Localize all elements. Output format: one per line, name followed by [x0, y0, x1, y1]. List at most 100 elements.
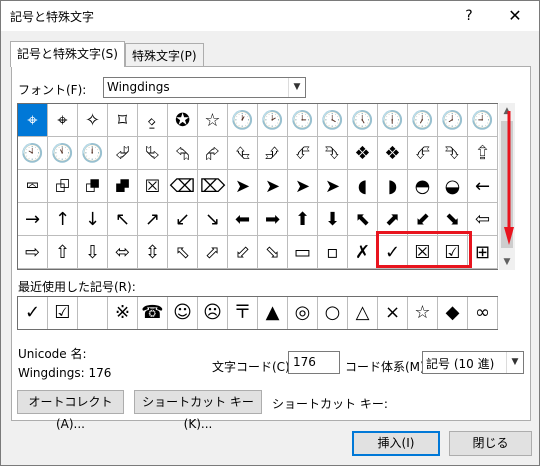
- symbol-cell[interactable]: ❖: [378, 137, 408, 170]
- symbol-cell[interactable]: ✪: [168, 104, 198, 137]
- symbol-cell[interactable]: ⮲: [168, 137, 198, 170]
- symbol-cell[interactable]: ⮺: [48, 170, 78, 203]
- symbol-cell[interactable]: ⇨: [18, 236, 48, 269]
- tab-special-characters[interactable]: 特殊文字(P): [125, 43, 204, 66]
- symbol-cell[interactable]: →: [18, 203, 48, 236]
- symbol-cell[interactable]: ▫: [318, 236, 348, 269]
- symbol-cell[interactable]: ↘: [198, 203, 228, 236]
- symbol-cell[interactable]: ⮳: [198, 137, 228, 170]
- symbol-cell[interactable]: ✗: [348, 236, 378, 269]
- symbol-cell[interactable]: 🕒: [288, 104, 318, 137]
- symbol-cell[interactable]: 🕚: [48, 137, 78, 170]
- symbol-cell[interactable]: ⬆: [288, 203, 318, 236]
- symbol-cell[interactable]: 🕛: [78, 137, 108, 170]
- autocorrect-button[interactable]: オートコレクト(A)...: [17, 390, 124, 431]
- symbol-cell[interactable]: ⮷: [318, 137, 348, 170]
- symbol-cell[interactable]: ⬂: [258, 236, 288, 269]
- symbol-cell[interactable]: ↓: [78, 203, 108, 236]
- symbol-cell[interactable]: ⮹: [18, 170, 48, 203]
- symbol-cell[interactable]: ↖: [108, 203, 138, 236]
- symbol-cell[interactable]: 🕑: [258, 104, 288, 137]
- symbol-cell[interactable]: ⌑: [108, 104, 138, 137]
- symbol-cell[interactable]: ⮰: [108, 137, 138, 170]
- recent-symbol-cell[interactable]: ☆: [408, 297, 438, 329]
- recent-symbol-cell[interactable]: ◆: [438, 297, 468, 329]
- chevron-down-icon[interactable]: ▼: [506, 352, 523, 373]
- symbol-cell[interactable]: 🕐: [228, 104, 258, 137]
- symbol-cell[interactable]: ⮶: [288, 137, 318, 170]
- recent-symbol-cell[interactable]: ☎: [138, 297, 168, 329]
- symbol-cell[interactable]: ⮽: [138, 170, 168, 203]
- recent-symbol-cell[interactable]: ○: [318, 297, 348, 329]
- recent-symbol-cell[interactable]: ※: [108, 297, 138, 329]
- symbol-cell[interactable]: ⬃: [228, 236, 258, 269]
- symbol-cell[interactable]: ⇳: [138, 236, 168, 269]
- recent-symbol-cell[interactable]: △: [348, 297, 378, 329]
- help-button[interactable]: ?: [446, 1, 492, 31]
- character-code-input[interactable]: 176: [288, 351, 340, 374]
- symbol-cell[interactable]: ➤: [318, 170, 348, 203]
- symbol-cell[interactable]: 🕖: [408, 104, 438, 137]
- symbol-cell[interactable]: ⮵: [258, 137, 288, 170]
- code-system-select[interactable]: 記号 (10 進) ▼: [422, 351, 524, 374]
- symbol-cell[interactable]: ⌫: [168, 170, 198, 203]
- recent-symbol-cell[interactable]: ☑: [48, 297, 78, 329]
- symbol-cell[interactable]: ⬅: [228, 203, 258, 236]
- recent-symbol-cell[interactable]: ☹: [198, 297, 228, 329]
- symbol-cell[interactable]: ↑: [48, 203, 78, 236]
- symbol-cell[interactable]: ☆: [198, 104, 228, 137]
- symbol-cell[interactable]: 🕙: [18, 137, 48, 170]
- symbol-cell[interactable]: 🕓: [318, 104, 348, 137]
- font-select[interactable]: Wingdings ▼: [103, 77, 306, 98]
- recent-symbol-cell[interactable]: ∞: [468, 297, 498, 329]
- symbol-cell[interactable]: ⌦: [198, 170, 228, 203]
- recent-symbol-cell[interactable]: ▲: [258, 297, 288, 329]
- symbol-cell[interactable]: ⮴: [228, 137, 258, 170]
- tab-symbols[interactable]: 記号と特殊文字(S): [10, 41, 125, 67]
- symbol-cell[interactable]: ⇧: [48, 236, 78, 269]
- symbol-cell[interactable]: ↙: [168, 203, 198, 236]
- symbol-cell[interactable]: 🕕: [378, 104, 408, 137]
- symbol-cell[interactable]: ➤: [258, 170, 288, 203]
- symbol-cell[interactable]: ◓: [408, 170, 438, 203]
- symbol-cell[interactable]: ⬇: [318, 203, 348, 236]
- symbol-cell[interactable]: ⇩: [78, 236, 108, 269]
- insert-button[interactable]: 挿入(I): [352, 431, 440, 456]
- symbol-cell[interactable]: ❖: [348, 137, 378, 170]
- symbol-cell[interactable]: ⌖: [18, 104, 48, 137]
- symbol-cell[interactable]: ⌖: [48, 104, 78, 137]
- symbol-cell[interactable]: ⊞: [468, 236, 498, 269]
- recent-symbol-cell[interactable]: ☺: [168, 297, 198, 329]
- symbol-cell[interactable]: 🕔: [348, 104, 378, 137]
- recent-symbol-cell[interactable]: ◎: [288, 297, 318, 329]
- symbol-cell[interactable]: ⮱: [138, 137, 168, 170]
- symbol-cell[interactable]: ◒: [438, 170, 468, 203]
- symbol-cell[interactable]: 🕘: [468, 104, 498, 137]
- symbol-cell[interactable]: ⬀: [198, 236, 228, 269]
- symbol-cell[interactable]: ➡: [258, 203, 288, 236]
- symbol-cell[interactable]: ⍚: [138, 104, 168, 137]
- symbol-cell[interactable]: ◗: [378, 170, 408, 203]
- close-icon[interactable]: ✕: [492, 1, 538, 31]
- recent-symbol-cell[interactable]: ×: [378, 297, 408, 329]
- recent-symbol-cell[interactable]: 〒: [228, 297, 258, 329]
- symbol-cell[interactable]: 🕗: [438, 104, 468, 137]
- symbol-cell[interactable]: ⬉: [348, 203, 378, 236]
- symbol-cell[interactable]: ⬁: [168, 236, 198, 269]
- symbol-cell[interactable]: ➤: [228, 170, 258, 203]
- close-button[interactable]: 閉じる: [449, 431, 532, 456]
- symbol-cell[interactable]: ⮸: [468, 137, 498, 170]
- symbol-cell[interactable]: ⬄: [108, 236, 138, 269]
- symbol-cell[interactable]: ▭: [288, 236, 318, 269]
- shortcut-key-button[interactable]: ショートカット キー(K)...: [134, 390, 262, 431]
- symbol-cell[interactable]: ➤: [288, 170, 318, 203]
- symbol-cell[interactable]: ⮷: [438, 137, 468, 170]
- recent-symbol-cell[interactable]: [78, 297, 108, 329]
- recent-symbol-cell[interactable]: ✓: [18, 297, 48, 329]
- symbol-cell[interactable]: ◖: [348, 170, 378, 203]
- symbol-cell[interactable]: ↗: [138, 203, 168, 236]
- chevron-down-icon[interactable]: ▼: [288, 78, 305, 97]
- scroll-down-icon[interactable]: ▼: [499, 254, 515, 270]
- symbol-cell[interactable]: ⮼: [108, 170, 138, 203]
- symbol-cell[interactable]: ⇦: [468, 203, 498, 236]
